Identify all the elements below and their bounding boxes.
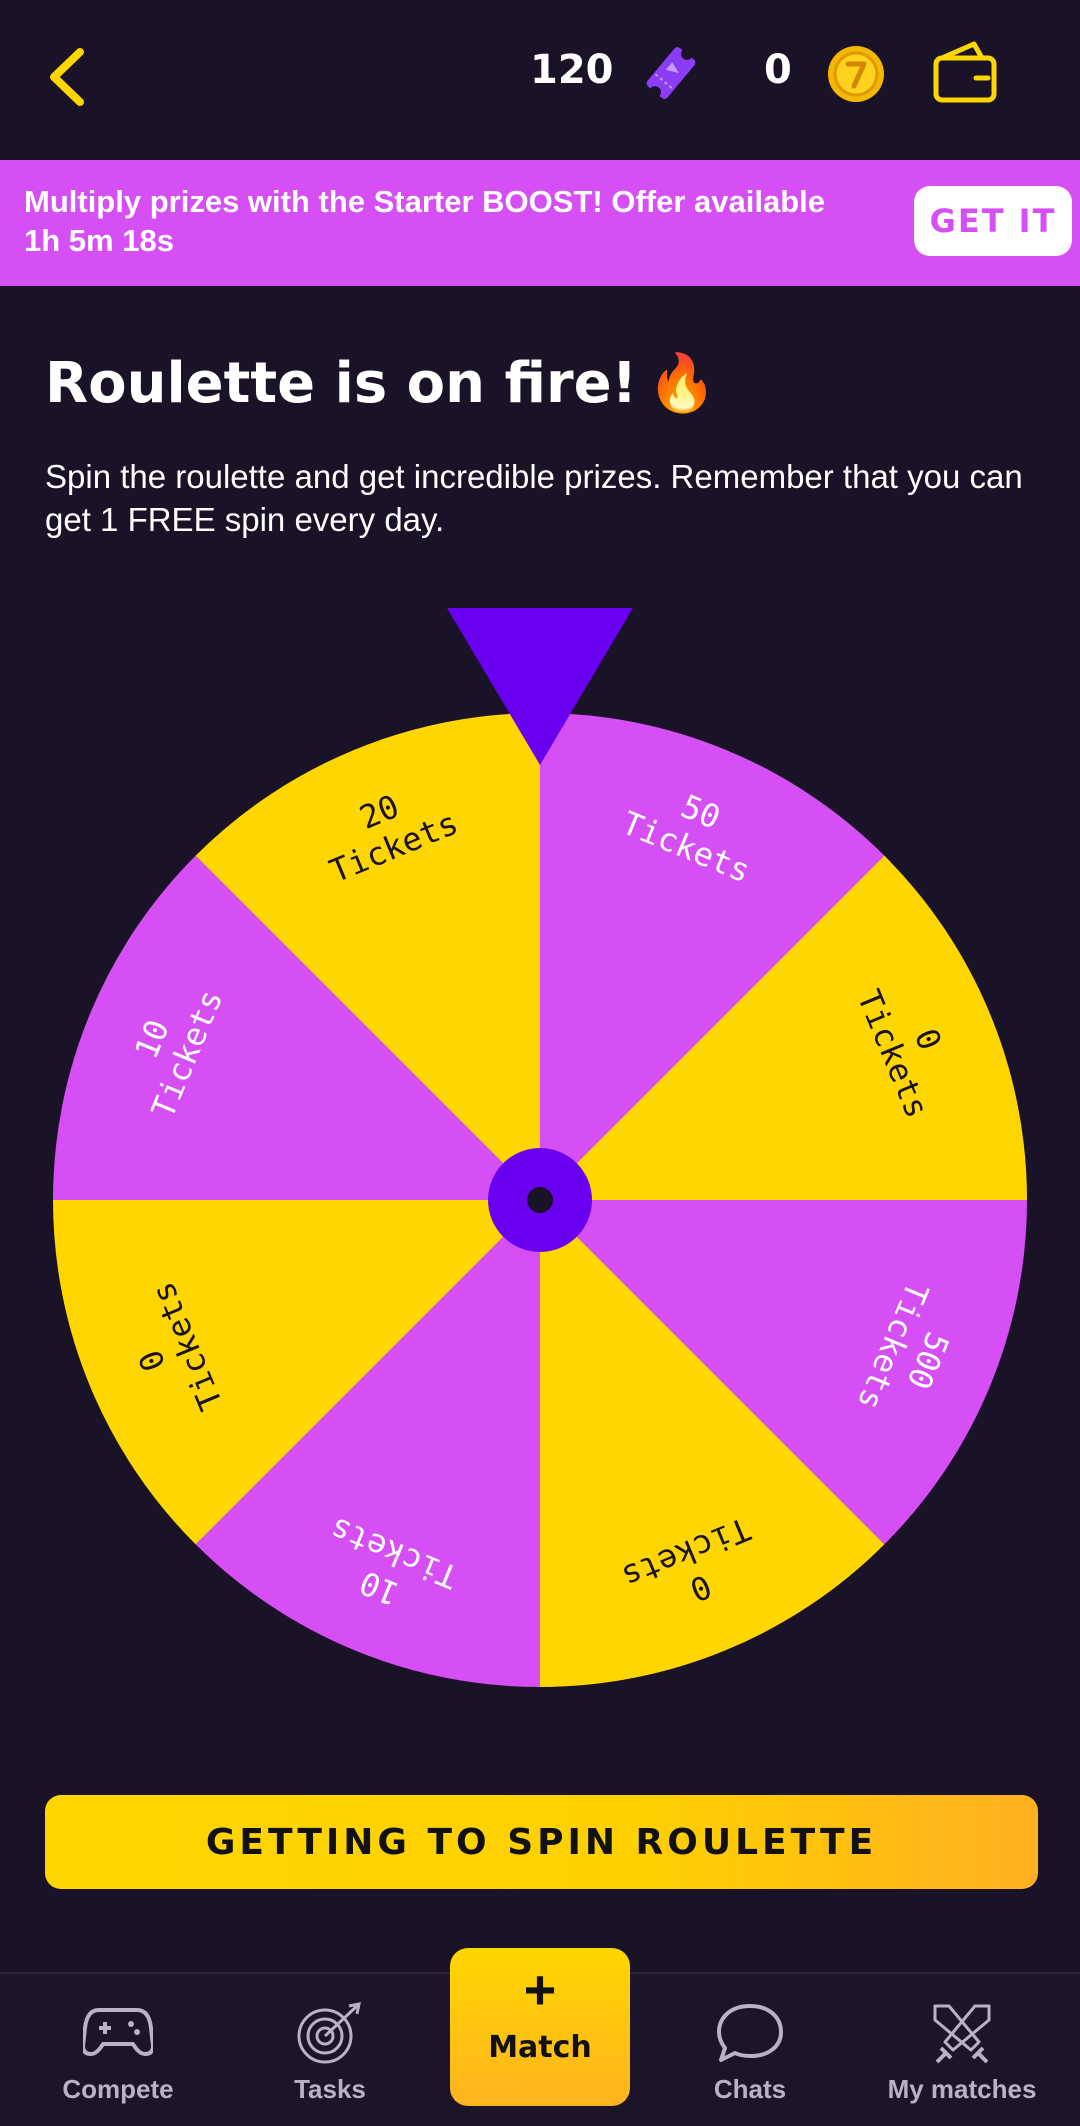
new-match-button[interactable]: + Match	[450, 1948, 630, 2106]
coin-icon	[826, 44, 886, 104]
page-subtitle: Spin the roulette and get incredible pri…	[45, 458, 1023, 538]
roulette-wheel[interactable]: 50 Tickets 0 Tickets 500 Tickets 0 Tickets 10 Tic…	[0, 600, 1080, 1700]
nav-chats[interactable]: Chats	[660, 1974, 840, 2126]
coin-balance: 0	[764, 47, 792, 93]
page-title-text: Roulette is on fire!	[45, 351, 638, 416]
match-label: Match	[488, 2030, 592, 2065]
plus-icon: +	[523, 1958, 557, 2021]
crossed-swords-icon	[933, 2004, 991, 2064]
nav-chats-label: Chats	[713, 2074, 787, 2104]
wallet-button[interactable]	[930, 38, 1000, 106]
nav-compete-label: Compete	[62, 2074, 174, 2104]
target-icon	[297, 2002, 361, 2064]
gamepad-icon	[83, 2008, 153, 2056]
nav-tasks[interactable]: Tasks	[240, 1974, 420, 2126]
promo-banner: Multiply prizes with the Starter BOOST! …	[0, 160, 1080, 286]
promo-text: Multiply prizes with the Starter BOOST! …	[24, 184, 825, 258]
wheel-hub-dot	[527, 1187, 553, 1213]
page-title: Roulette is on fire! 🔥	[45, 350, 717, 416]
nav-compete[interactable]: Compete	[28, 1974, 208, 2126]
ticket-icon	[640, 42, 702, 104]
chat-bubble-icon	[717, 2004, 783, 2062]
spin-roulette-button[interactable]: GETTING TO SPIN ROULETTE	[45, 1795, 1038, 1889]
nav-tasks-label: Tasks	[294, 2074, 366, 2104]
get-it-button[interactable]: GET IT	[914, 186, 1072, 256]
fire-icon: 🔥	[647, 351, 717, 416]
back-arrow-icon	[50, 48, 84, 106]
ticket-balance: 120	[530, 47, 614, 93]
nav-my-matches-label: My matches	[887, 2074, 1037, 2104]
top-bar: 120 0	[0, 0, 1080, 158]
wallet-icon	[933, 41, 997, 103]
nav-my-matches[interactable]: My matches	[872, 1974, 1052, 2126]
back-button[interactable]	[40, 40, 100, 115]
